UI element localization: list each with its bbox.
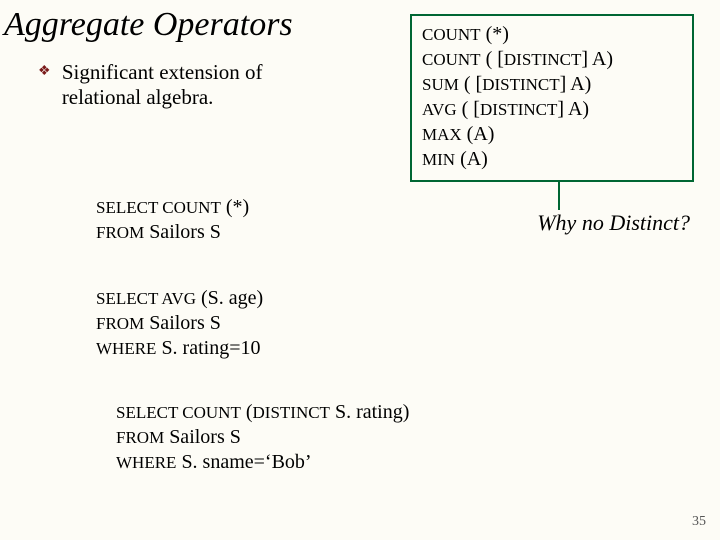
code-line: SELECT COUNT (DISTINCT S. rating) <box>116 400 409 425</box>
agg-line-avg: AVG ( [DISTINCT] A) <box>422 97 682 122</box>
slide-title: Aggregate Operators <box>4 6 293 44</box>
page-number: 35 <box>692 514 706 530</box>
code-line: SELECT AVG (S. age) <box>96 286 263 311</box>
agg-line-count-distinct: COUNT ( [DISTINCT] A) <box>422 47 682 72</box>
bullet-item: ❖ Significant extension of relational al… <box>38 60 358 110</box>
diamond-bullet-icon: ❖ <box>38 64 51 81</box>
agg-line-min: MIN (A) <box>422 147 682 172</box>
aggregate-functions-box: COUNT (*) COUNT ( [DISTINCT] A) SUM ( [D… <box>410 14 694 182</box>
sql-example-3: SELECT COUNT (DISTINCT S. rating) FROM S… <box>116 400 409 475</box>
callout-connector-line <box>558 182 560 210</box>
bullet-text: Significant extension of relational alge… <box>62 60 342 110</box>
agg-line-sum: SUM ( [DISTINCT] A) <box>422 72 682 97</box>
agg-line-count-star: COUNT (*) <box>422 22 682 47</box>
sql-example-1: SELECT COUNT (*) FROM Sailors S <box>96 195 249 245</box>
code-line: FROM Sailors S <box>96 220 249 245</box>
agg-line-max: MAX (A) <box>422 122 682 147</box>
code-line: FROM Sailors S <box>116 425 409 450</box>
code-line: WHERE S. sname=‘Bob’ <box>116 450 409 475</box>
why-no-distinct-label: Why no Distinct? <box>537 210 690 236</box>
code-line: SELECT COUNT (*) <box>96 195 249 220</box>
code-line: FROM Sailors S <box>96 311 263 336</box>
slide: Aggregate Operators ❖ Significant extens… <box>0 0 720 540</box>
code-line: WHERE S. rating=10 <box>96 336 263 361</box>
sql-example-2: SELECT AVG (S. age) FROM Sailors S WHERE… <box>96 286 263 361</box>
